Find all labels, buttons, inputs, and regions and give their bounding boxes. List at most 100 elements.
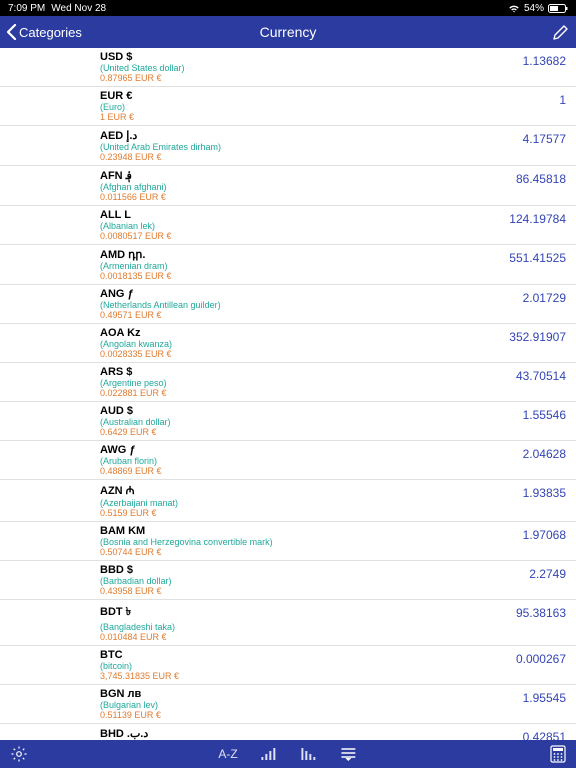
currency-row[interactable]: ANG ƒ(Netherlands Antillean guilder)0.49…	[0, 285, 576, 324]
back-button[interactable]: Categories	[6, 24, 82, 40]
currency-name: (Bangladeshi taka)	[100, 622, 568, 632]
page-title: Currency	[260, 24, 317, 40]
currency-code: AFN ؋	[100, 169, 568, 182]
currency-rate: 0.49571 EUR €	[100, 310, 568, 320]
currency-name: (Armenian dram)	[100, 261, 568, 271]
currency-list[interactable]: USD $(United States dollar)0.87965 EUR €…	[0, 48, 576, 740]
currency-row[interactable]: AED د.إ(United Arab Emirates dirham)0.23…	[0, 126, 576, 166]
currency-row[interactable]: BDT ৳(Bangladeshi taka)0.010484 EUR € 95.…	[0, 600, 576, 646]
currency-value: 2.2749	[529, 567, 566, 581]
currency-row[interactable]: AFN ؋(Afghan afghani)0.011566 EUR € 86.45…	[0, 166, 576, 206]
currency-name: (Argentine peso)	[100, 378, 568, 388]
currency-row[interactable]: AUD $(Australian dollar)0.6429 EUR €1.55…	[0, 402, 576, 441]
currency-rate: 0.51139 EUR €	[100, 710, 568, 720]
currency-rate: 3,745.31835 EUR €	[100, 671, 568, 681]
currency-row[interactable]: EUR €(Euro)1 EUR € 1	[0, 87, 576, 126]
currency-name: (United Arab Emirates dirham)	[100, 142, 568, 152]
currency-value: 551.41525	[509, 251, 566, 265]
currency-code: USD $	[100, 51, 568, 63]
battery-icon	[548, 4, 568, 13]
currency-code: AED د.إ	[100, 129, 568, 142]
status-date: Wed Nov 28	[51, 3, 106, 14]
currency-name: (bitcoin)	[100, 661, 568, 671]
currency-name: (Aruban florin)	[100, 456, 568, 466]
currency-value: 2.01729	[523, 291, 566, 305]
currency-code: BHD .د.ب	[100, 727, 568, 740]
currency-value: 1	[559, 93, 566, 107]
currency-row[interactable]: AMD դր.(Armenian dram)0.0018135 EUR €551…	[0, 245, 576, 285]
currency-row[interactable]: USD $(United States dollar)0.87965 EUR €…	[0, 48, 576, 87]
sort-bars-desc-button[interactable]	[302, 748, 318, 760]
sort-az-button[interactable]: A-Z	[218, 747, 237, 761]
gear-icon	[10, 745, 28, 763]
currency-code: BTC	[100, 649, 568, 661]
currency-name: (Netherlands Antillean guilder)	[100, 300, 568, 310]
currency-row[interactable]: ALL L(Albanian lek)0.0080517 EUR € 124.19…	[0, 206, 576, 245]
status-battery-pct: 54%	[524, 3, 544, 14]
status-bar: 7:09 PM Wed Nov 28 54%	[0, 0, 576, 16]
currency-row[interactable]: BAM KM(Bosnia and Herzegovina convertibl…	[0, 522, 576, 561]
bars-asc-icon	[262, 748, 278, 760]
currency-row[interactable]: BGN лв(Bulgarian lev)0.51139 EUR € 1.9554…	[0, 685, 576, 724]
currency-name: (Euro)	[100, 102, 568, 112]
bars-desc-icon	[302, 748, 318, 760]
currency-code: BDT ৳	[100, 603, 568, 622]
currency-code: BBD $	[100, 564, 568, 576]
currency-value: 95.38163	[516, 606, 566, 620]
sort-bars-asc-button[interactable]	[262, 748, 278, 760]
currency-rate: 0.87965 EUR €	[100, 73, 568, 83]
currency-rate: 0.43958 EUR €	[100, 586, 568, 596]
currency-code: BGN лв	[100, 688, 568, 700]
currency-rate: 0.010484 EUR €	[100, 632, 568, 642]
currency-rate: 0.6429 EUR €	[100, 427, 568, 437]
edit-button[interactable]	[552, 23, 570, 41]
currency-name: (Afghan afghani)	[100, 182, 568, 192]
back-label: Categories	[19, 25, 82, 40]
currency-rate: 1 EUR €	[100, 112, 568, 122]
lines-icon	[342, 747, 358, 761]
currency-row[interactable]: AWG ƒ(Aruban florin)0.48869 EUR € 2.04628	[0, 441, 576, 480]
settings-button[interactable]	[10, 745, 28, 763]
currency-row[interactable]: ARS $(Argentine peso)0.022881 EUR €43.70…	[0, 363, 576, 402]
currency-row[interactable]: BTC(bitcoin)3,745.31835 EUR €0.000267	[0, 646, 576, 685]
currency-code: AUD $	[100, 405, 568, 417]
nav-bar: Categories Currency	[0, 16, 576, 48]
bottom-toolbar: A-Z	[0, 740, 576, 768]
currency-name: (Angolan kwanza)	[100, 339, 568, 349]
currency-name: (Azerbaijani manat)	[100, 498, 568, 508]
currency-row[interactable]: AOA Kz(Angolan kwanza)0.0028335 EUR €352…	[0, 324, 576, 363]
currency-code: AWG ƒ	[100, 444, 568, 456]
currency-code: AMD դր.	[100, 248, 568, 261]
currency-name: (Barbadian dollar)	[100, 576, 568, 586]
currency-rate: 0.23948 EUR €	[100, 152, 568, 162]
currency-value: 1.55546	[523, 408, 566, 422]
currency-name: (Albanian lek)	[100, 221, 568, 231]
currency-code: AOA Kz	[100, 327, 568, 339]
currency-rate: 0.022881 EUR €	[100, 388, 568, 398]
sort-lines-button[interactable]	[342, 747, 358, 761]
currency-name: (Bulgarian lev)	[100, 700, 568, 710]
currency-rate: 0.48869 EUR €	[100, 466, 568, 476]
currency-row[interactable]: AZN ₼(Azerbaijani manat)0.5159 EUR €1.93…	[0, 480, 576, 522]
currency-rate: 0.5159 EUR €	[100, 508, 568, 518]
currency-row[interactable]: BHD .د.ب(Bahraini dinar)2.33365 EUR €0.4…	[0, 724, 576, 740]
currency-rate: 0.011566 EUR €	[100, 192, 568, 202]
wifi-icon	[508, 4, 520, 13]
currency-value: 1.97068	[523, 528, 566, 542]
currency-value: 86.45818	[516, 172, 566, 186]
calculator-button[interactable]	[550, 745, 566, 763]
currency-rate: 0.0080517 EUR €	[100, 231, 568, 241]
currency-value: 352.91907	[509, 330, 566, 344]
currency-code: EUR €	[100, 90, 568, 102]
currency-value: 1.93835	[523, 486, 566, 500]
currency-name: (United States dollar)	[100, 63, 568, 73]
pencil-icon	[552, 23, 570, 41]
currency-value: 1.95545	[523, 691, 566, 705]
currency-code: ALL L	[100, 209, 568, 221]
currency-value: 2.04628	[523, 447, 566, 461]
currency-row[interactable]: BBD $(Barbadian dollar)0.43958 EUR € 2.27…	[0, 561, 576, 600]
currency-value: 124.19784	[509, 212, 566, 226]
currency-code: ARS $	[100, 366, 568, 378]
currency-value: 0.42851	[523, 730, 566, 740]
currency-value: 1.13682	[523, 54, 566, 68]
